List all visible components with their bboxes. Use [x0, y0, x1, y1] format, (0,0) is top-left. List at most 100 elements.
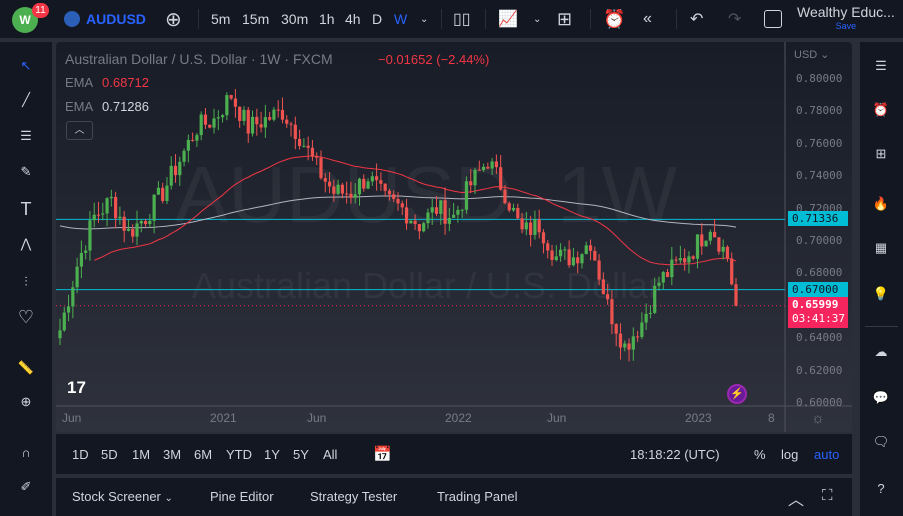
interval-1h[interactable]: 1h [319, 0, 335, 38]
price-chart[interactable]: AUDUSD, 1W Australian Dollar / U.S. Doll… [56, 42, 852, 432]
drawing-toolbar: ↖ ╱ ☰ ✎ T ⋀ ⫶ ♡ 📏 ⊕ ∩ ✐ [0, 42, 52, 516]
indicators-icon[interactable]: 📈 [498, 0, 518, 38]
layout-save[interactable]: Wealthy Educ... Save [797, 0, 895, 38]
time-tick: Jun [307, 411, 327, 425]
interval-5m[interactable]: 5m [211, 0, 230, 38]
range-1y[interactable]: 1Y [264, 447, 280, 462]
interval-4h[interactable]: 4h [345, 0, 361, 38]
chevron-down-icon[interactable]: ⌄ [420, 0, 428, 38]
candle-body [220, 115, 225, 118]
range-1m[interactable]: 1M [132, 447, 150, 462]
interval-30m[interactable]: 30m [281, 0, 308, 38]
range-5y[interactable]: 5Y [293, 447, 309, 462]
range-6m[interactable]: 6M [194, 447, 212, 462]
price-tick: 0.78000 [796, 104, 843, 118]
candle-body [473, 169, 477, 186]
candle-body [353, 194, 357, 198]
collapse-legend-button[interactable]: ︿ [66, 121, 93, 140]
candle-body [276, 109, 280, 111]
heart-icon[interactable]: ♡ [14, 305, 38, 329]
candle-body [148, 220, 152, 225]
cursor-icon[interactable]: ↖ [14, 54, 38, 78]
auto-toggle[interactable]: auto [814, 447, 839, 462]
candle-body [460, 209, 464, 211]
undo-icon[interactable]: ↶ [690, 0, 703, 38]
candle-body [319, 157, 323, 179]
chats-icon[interactable]: 💬 [869, 386, 893, 410]
ideas-bulb-icon[interactable]: 💡 [869, 282, 893, 306]
help-icon[interactable]: ? [869, 476, 893, 500]
candle-body [182, 150, 186, 162]
time-tick: Jun [547, 411, 567, 425]
candle-body [203, 114, 208, 125]
add-note-icon[interactable]: ⊞ [869, 142, 893, 166]
range-ytd[interactable]: YTD [226, 447, 252, 462]
trendline-icon[interactable]: ╱ [14, 88, 38, 112]
candle-body [71, 287, 75, 307]
candle-body [520, 218, 524, 230]
candle-body [139, 221, 143, 224]
percent-toggle[interactable]: % [754, 447, 766, 462]
chat-cloud-icon[interactable]: ☁ [869, 340, 893, 364]
clock[interactable]: 18:18:22 (UTC) [630, 447, 720, 462]
price-tick: 0.62000 [796, 363, 843, 377]
lightning-icon[interactable]: ⚡ [727, 384, 747, 404]
range-1d[interactable]: 1D [72, 447, 89, 462]
log-toggle[interactable]: log [781, 447, 798, 462]
messages-icon[interactable]: 🗨 [869, 430, 893, 454]
ruler-icon[interactable]: 📏 [14, 356, 38, 380]
candle-body [597, 260, 601, 280]
candle-body [623, 343, 627, 348]
layout-grid-icon[interactable]: ⊞ [557, 0, 572, 38]
replay-icon[interactable]: « [643, 0, 652, 38]
magnet-icon[interactable]: ∩ [14, 440, 38, 464]
pattern-icon[interactable]: ⋀ [14, 232, 38, 256]
candle-body [708, 231, 712, 241]
hotlist-fire-icon[interactable]: 🔥 [869, 192, 893, 216]
tab-strategy-tester[interactable]: Strategy Tester [310, 489, 397, 504]
range-all[interactable]: All [323, 447, 337, 462]
candle-body [674, 259, 678, 261]
tab-stock-screener[interactable]: Stock Screener ⌄ [72, 489, 173, 504]
alert-icon[interactable]: ⏰ [603, 0, 625, 38]
forecast-icon[interactable]: ⫶ [14, 270, 38, 294]
alarm-icon[interactable]: ⏰ [869, 98, 893, 122]
candles-icon[interactable]: ▯▯ [453, 0, 471, 38]
symbol-search[interactable]: AUDUSD [64, 0, 146, 38]
brush-icon[interactable]: ✎ [14, 160, 38, 184]
chart-pane[interactable]: AUDUSD, 1W Australian Dollar / U.S. Doll… [56, 42, 852, 432]
fullscreen-icon[interactable] [764, 0, 782, 38]
candle-body [695, 234, 700, 259]
chevron-up-icon[interactable]: ︿ [788, 486, 804, 510]
range-5d[interactable]: 5D [101, 447, 118, 462]
range-3m[interactable]: 3M [163, 447, 181, 462]
interval-15m[interactable]: 15m [242, 0, 269, 38]
currency-selector[interactable]: USD ⌄ [794, 48, 830, 61]
interval-w[interactable]: W [394, 0, 407, 38]
zoom-icon[interactable]: ⊕ [14, 390, 38, 414]
maximize-icon[interactable]: ⛶ [822, 487, 833, 504]
fib-icon[interactable]: ☰ [14, 124, 38, 148]
candle-body [721, 246, 725, 252]
price-tick: 0.80000 [796, 72, 843, 85]
candle-body [481, 166, 486, 171]
calendar-icon[interactable]: ▦ [869, 236, 893, 260]
candle-body [345, 193, 349, 195]
candle-body [238, 106, 242, 121]
chart-settings-icon[interactable]: ☼ [811, 410, 825, 427]
candle-body [452, 214, 456, 218]
tab-trading-panel[interactable]: Trading Panel [437, 489, 517, 504]
compare-add-icon[interactable]: ⊕ [165, 0, 182, 38]
candle-body [717, 237, 721, 252]
lock-draw-icon[interactable]: ✐ [14, 475, 38, 499]
candle-body [537, 219, 541, 233]
interval-d[interactable]: D [372, 0, 382, 38]
price-tick: 0.76000 [796, 136, 843, 150]
candle-body [443, 200, 447, 224]
date-range-icon[interactable]: 📅 [373, 445, 392, 463]
candle-body [387, 190, 392, 195]
chevron-down-icon[interactable]: ⌄ [533, 0, 541, 38]
watchlist-icon[interactable]: ☰ [869, 54, 893, 78]
text-icon[interactable]: T [14, 197, 38, 221]
tab-pine-editor[interactable]: Pine Editor [210, 489, 274, 504]
